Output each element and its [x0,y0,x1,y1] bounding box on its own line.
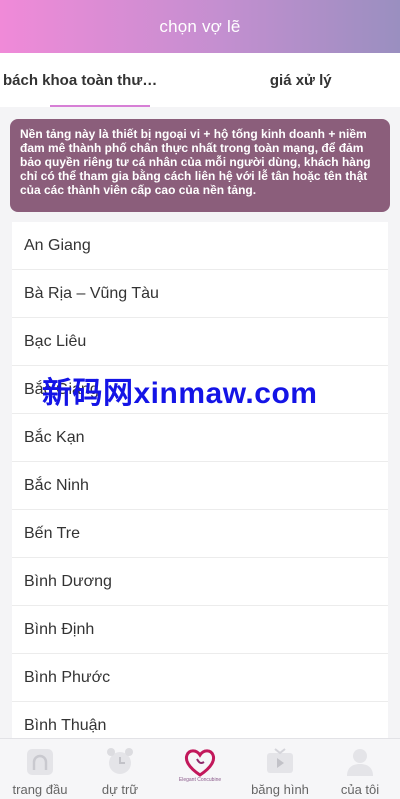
province-name: Bà Rịa – Vũng Tàu [24,284,159,302]
province-name: Bình Thuận [24,716,107,734]
alarm-clock-icon [103,745,137,779]
province-name: Bến Tre [24,524,81,542]
bottom-tab-bar: trang đầu dự trữ Elegant Concubine băng … [0,738,400,799]
list-item[interactable]: Bà Rịa – Vũng Tàu [12,270,388,318]
list-item[interactable]: Bình Định [12,606,388,654]
notice-banner: Nền tảng này là thiết bị ngoại vi + hộ t… [10,119,390,212]
tabbar-label-mine: của tôi [340,782,380,797]
page-title: chọn vợ lẽ [159,16,241,36]
tab-encyclopedia-label: bách khoa toàn thư… [3,71,158,89]
tab-bar-top: bách khoa toàn thư… giá xử lý [0,53,400,107]
tabbar-item-mine[interactable]: của tôi [320,739,400,799]
list-item[interactable]: Bình Phước [12,654,388,702]
tab-pricing-label: giá xử lý [269,71,332,89]
tab-active-indicator [50,105,150,107]
heart-logo-icon: Elegant Concubine [178,745,222,789]
province-list: An Giang Bà Rịa – Vũng Tàu Bạc Liêu Bắc … [12,222,388,738]
province-name: Bình Phước [24,668,111,686]
tabbar-label-home: trang đầu [12,782,68,797]
tabbar-item-home[interactable]: trang đầu [0,739,80,799]
tabbar-item-reserve[interactable]: dự trữ [80,739,160,799]
list-item[interactable]: Bến Tre [12,510,388,558]
tab-encyclopedia[interactable]: bách khoa toàn thư… [0,53,202,107]
tab-pricing[interactable]: giá xử lý [202,53,400,107]
list-item[interactable]: Bắc Ninh [12,462,388,510]
province-name: Bạc Liêu [24,332,87,350]
province-name: Bình Dương [24,572,112,590]
list-item[interactable]: Bắc Kạn [12,414,388,462]
list-item[interactable]: Bạc Liêu [12,318,388,366]
tabbar-item-video[interactable]: băng hình [240,739,320,799]
tabbar-label-video: băng hình [251,782,309,797]
province-name: An Giang [24,236,91,254]
tabbar-item-center[interactable]: Elegant Concubine [160,739,240,799]
user-icon [343,745,377,779]
app-header: chọn vợ lẽ [0,0,400,53]
province-name: Bắc Ninh [24,476,89,494]
tv-play-icon [263,745,297,779]
watermark-text: 新码网xinmaw.com [42,377,318,410]
province-name: Bình Định [24,620,95,638]
list-item[interactable]: Bình Dương [12,558,388,606]
province-name: Bắc Kạn [24,428,85,446]
tabbar-label-reserve: dự trữ [101,782,139,797]
notice-text: Nền tảng này là thiết bị ngoại vi + hộ t… [20,127,371,197]
list-item[interactable]: Bình Thuận [12,702,388,738]
list-item[interactable]: An Giang [12,222,388,270]
brand-caption: Elegant Concubine [178,777,222,783]
home-icon [23,745,57,779]
